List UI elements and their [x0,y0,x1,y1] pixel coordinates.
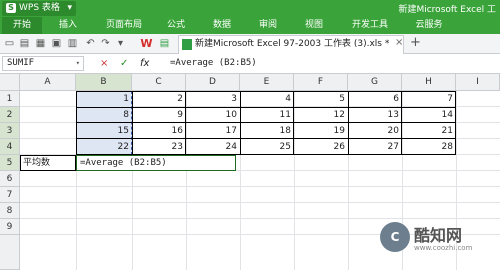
cell-c5[interactable]: 23 [132,139,186,155]
print-icon[interactable]: ▦ [34,37,47,50]
chevron-down-icon[interactable]: ▾ [76,57,80,70]
formula-bar: SUMIF ▾ × ✓ fx =Average (B2:B5) [0,54,500,74]
cell-f3[interactable]: 12 [294,107,348,123]
tab-data[interactable]: 数据 [202,17,242,34]
cell-d5[interactable]: 24 [186,139,240,155]
wps-writer-icon[interactable]: W [140,37,153,50]
cell-a6[interactable]: 平均数 [20,155,76,171]
cell-c2[interactable]: 2 [132,91,186,107]
column-header-e[interactable]: E [240,74,294,91]
row-header-9[interactable]: 9 [0,219,20,235]
column-header-g[interactable]: G [348,74,402,91]
cell-e5[interactable]: 25 [240,139,294,155]
tab-formulas[interactable]: 公式 [156,17,196,34]
cell-h3[interactable]: 14 [402,107,456,123]
title-bar: S WPS 表格 ▾ 新建Microsoft Excel 工 开始 插入 页面布局 … [0,0,500,34]
column-header-a[interactable]: A [20,74,76,91]
column-header-b[interactable]: B [76,74,132,91]
chevron-down-icon[interactable]: ▾ [114,37,127,50]
document-tab[interactable]: 新建Microsoft Excel 97-2003 工作表 (3).xls * [178,35,404,54]
gridline [20,218,500,219]
sheet-icon[interactable]: ▤ [158,37,171,50]
cell-g2[interactable]: 6 [348,91,402,107]
tab-developer[interactable]: 开发工具 [340,17,400,34]
name-box[interactable]: SUMIF ▾ [2,56,84,71]
gridline [20,186,500,187]
name-box-value: SUMIF [7,58,35,68]
cell-h4[interactable]: 21 [402,123,456,139]
cell-d4[interactable]: 17 [186,123,240,139]
row-header-filler [0,235,20,270]
watermark: C 酷知网 www.coozhi.com [380,220,496,266]
save-icon[interactable]: ▤ [18,37,31,50]
window-title: 新建Microsoft Excel 工 [398,5,496,15]
select-all-corner[interactable] [0,74,20,91]
cell-d3[interactable]: 10 [186,107,240,123]
cell-f2[interactable]: 5 [294,91,348,107]
ribbon-tabs: 开始 插入 页面布局 公式 数据 审阅 视图 开发工具 云服务 [0,17,500,34]
print-preview-icon[interactable]: ▣ [50,37,63,50]
cell-h2[interactable]: 7 [402,91,456,107]
row-header-8[interactable]: 8 [0,203,20,219]
row-header-7[interactable]: 7 [0,187,20,203]
cell-f4[interactable]: 19 [294,123,348,139]
cell-h5[interactable]: 28 [402,139,456,155]
cell-f5[interactable]: 26 [294,139,348,155]
close-tab-icon[interactable]: × [395,37,403,48]
tab-view[interactable]: 视图 [294,17,334,34]
format-painter-icon[interactable]: ▥ [66,37,79,50]
xls-file-icon [182,39,192,50]
redo-icon[interactable]: ↷ [99,37,112,50]
app-menu-button[interactable]: S WPS 表格 ▾ [2,1,76,16]
column-header-f[interactable]: F [294,74,348,91]
column-header-h[interactable]: H [402,74,456,91]
watermark-logo-icon: C [380,222,410,252]
cell-e4[interactable]: 18 [240,123,294,139]
cell-e3[interactable]: 11 [240,107,294,123]
cell-c3[interactable]: 9 [132,107,186,123]
enter-icon[interactable]: ✓ [120,57,128,70]
formula-input[interactable]: =Average (B2:B5) [170,56,257,71]
row-header-3[interactable]: 3 [0,123,20,139]
row-header-5[interactable]: 5 [0,155,20,171]
document-tab-label: 新建Microsoft Excel 97-2003 工作表 (3).xls * [195,39,390,49]
cell-g3[interactable]: 13 [348,107,402,123]
wps-logo-icon: S [6,3,16,13]
insert-function-icon[interactable]: fx [140,57,149,70]
gridline [20,202,500,203]
watermark-url: www.coozhi.com [414,244,473,252]
quick-access-toolbar: ▭ ▤ ▦ ▣ ▥ ↶ ↷ ▾ W ▤ 新建Microsoft Excel 97… [0,34,500,54]
cell-g5[interactable]: 27 [348,139,402,155]
column-header-i[interactable]: I [456,74,500,91]
tab-page-layout[interactable]: 页面布局 [96,17,152,34]
chevron-down-icon: ▾ [67,3,72,13]
app-name: WPS 表格 [19,3,60,13]
cell-b3[interactable]: 8 [76,107,132,123]
tab-cloud[interactable]: 云服务 [404,17,454,34]
row-header-4[interactable]: 4 [0,139,20,155]
cell-c4[interactable]: 16 [132,123,186,139]
row-header-6[interactable]: 6 [0,171,20,187]
watermark-brand: 酷知网 [414,226,463,245]
cell-b6-formula[interactable]: =Average (B2:B5) [77,155,235,171]
cancel-icon[interactable]: × [100,57,108,70]
row-header-2[interactable]: 2 [0,107,20,123]
cell-d2[interactable]: 3 [186,91,240,107]
column-header-d[interactable]: D [186,74,240,91]
cell-b2[interactable]: 1 [76,91,132,107]
undo-icon[interactable]: ↶ [84,37,97,50]
column-header-c[interactable]: C [132,74,186,91]
cell-g4[interactable]: 20 [348,123,402,139]
cell-b4[interactable]: 15 [76,123,132,139]
row-header-1[interactable]: 1 [0,91,20,107]
open-icon[interactable]: ▭ [3,37,16,50]
cell-e2[interactable]: 4 [240,91,294,107]
cell-b5[interactable]: 22 [76,139,132,155]
tab-home[interactable]: 开始 [2,17,42,34]
tab-review[interactable]: 审阅 [248,17,288,34]
new-tab-icon[interactable]: + [410,35,421,50]
tab-insert[interactable]: 插入 [48,17,88,34]
